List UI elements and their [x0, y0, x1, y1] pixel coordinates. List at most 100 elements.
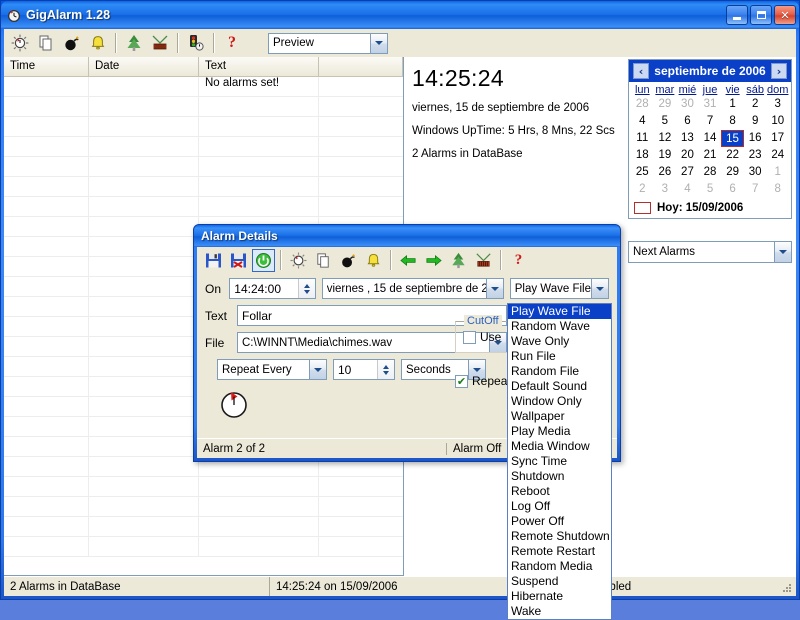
copy-icon[interactable] [312, 249, 335, 272]
previous-icon[interactable] [397, 249, 420, 272]
calendar-day[interactable]: 7 [744, 181, 767, 198]
dropdown-option[interactable]: Play Media [508, 424, 611, 439]
save-icon[interactable] [202, 249, 225, 272]
column-header-time[interactable]: Time [4, 57, 89, 76]
dropdown-option[interactable]: Random Media [508, 559, 611, 574]
repeat-mode-combo[interactable]: Repeat Every [217, 359, 327, 380]
table-row[interactable] [4, 137, 403, 157]
calendar-day[interactable]: 30 [744, 164, 767, 181]
chevron-down-icon[interactable] [309, 360, 326, 379]
dropdown-option[interactable]: Window Only [508, 394, 611, 409]
dropdown-option[interactable]: Shutdown [508, 469, 611, 484]
table-row[interactable] [4, 497, 403, 517]
calendar-day[interactable]: 18 [631, 147, 654, 164]
calendar-day[interactable]: 2 [631, 181, 654, 198]
calendar-day[interactable]: 8 [766, 181, 789, 198]
calendar-day[interactable]: 19 [654, 147, 677, 164]
dropdown-option[interactable]: Remote Restart [508, 544, 611, 559]
calendar-day[interactable]: 7 [699, 113, 722, 130]
calendar-day[interactable]: 21 [699, 147, 722, 164]
calendar-day[interactable]: 6 [721, 181, 744, 198]
alarm-disable-icon[interactable] [287, 249, 310, 272]
calendar-day[interactable]: 22 [721, 147, 744, 164]
dropdown-option[interactable]: Wave Only [508, 334, 611, 349]
trap-icon[interactable] [472, 249, 495, 272]
power-toggle-icon[interactable] [252, 248, 275, 272]
trap-icon[interactable] [148, 31, 172, 55]
dropdown-option[interactable]: Sync Time [508, 454, 611, 469]
table-row[interactable]: No alarms set! [4, 77, 403, 97]
bomb-icon[interactable] [337, 249, 360, 272]
calendar-day[interactable]: 3 [654, 181, 677, 198]
dropdown-option[interactable]: Random Wave [508, 319, 611, 334]
tree-icon[interactable] [447, 249, 470, 272]
calendar-day[interactable]: 13 [676, 130, 699, 147]
column-header-extra[interactable] [319, 57, 403, 76]
calendar-day[interactable]: 23 [744, 147, 767, 164]
dropdown-option[interactable]: Wake [508, 604, 611, 619]
bomb-icon[interactable] [60, 31, 84, 55]
column-header-text[interactable]: Text [199, 57, 319, 76]
dropdown-option[interactable]: Play Wave File [508, 304, 611, 319]
calendar-day[interactable]: 6 [676, 113, 699, 130]
alarm-disable-icon[interactable] [8, 31, 32, 55]
preview-combo[interactable]: Preview [268, 32, 388, 54]
calendar-day[interactable]: 29 [654, 96, 677, 113]
help-icon[interactable]: ? [507, 249, 530, 272]
bell-icon[interactable] [86, 31, 110, 55]
dropdown-option[interactable]: Default Sound [508, 379, 611, 394]
dropdown-option[interactable]: Hibernate [508, 589, 611, 604]
calendar-day[interactable]: 5 [699, 181, 722, 198]
time-spinner[interactable] [297, 279, 315, 298]
help-icon[interactable]: ? [220, 31, 244, 55]
chevron-down-icon[interactable] [774, 242, 791, 262]
dropdown-option[interactable]: Reboot [508, 484, 611, 499]
calendar-next-month-icon[interactable]: › [771, 63, 787, 79]
repeat-count-spinner[interactable] [377, 360, 394, 379]
maximize-button[interactable] [750, 5, 772, 25]
table-row[interactable] [4, 177, 403, 197]
minimize-button[interactable] [726, 5, 748, 25]
table-row[interactable] [4, 517, 403, 537]
calendar-day[interactable]: 5 [654, 113, 677, 130]
dropdown-option[interactable]: Suspend [508, 574, 611, 589]
repeat-checkbox[interactable]: ✔ Repeat [455, 374, 511, 388]
alarm-time-input[interactable]: 14:24:00 [229, 278, 316, 299]
dropdown-option[interactable]: Log Off [508, 499, 611, 514]
calendar-day[interactable]: 29 [721, 164, 744, 181]
bell-icon[interactable] [362, 249, 385, 272]
calendar-day[interactable]: 28 [631, 96, 654, 113]
calendar-day[interactable]: 4 [676, 181, 699, 198]
alarm-date-combo[interactable]: viernes , 15 de septiembre de 20 [321, 278, 504, 299]
calendar-day[interactable]: 12 [654, 130, 677, 147]
calendar-day[interactable]: 16 [744, 130, 767, 147]
dropdown-option[interactable]: Power Off [508, 514, 611, 529]
calendar-day[interactable]: 31 [699, 96, 722, 113]
alarm-action-combo[interactable]: Play Wave File [509, 278, 609, 299]
calendar-day[interactable]: 1 [766, 164, 789, 181]
calendar-day[interactable]: 3 [766, 96, 789, 113]
repeat-count-input[interactable]: 10 [333, 359, 395, 380]
calendar-day[interactable]: 30 [676, 96, 699, 113]
traffic-light-icon[interactable] [184, 31, 208, 55]
table-row[interactable] [4, 197, 403, 217]
action-dropdown-list[interactable]: Play Wave File Random Wave Wave Only Run Fi… [507, 303, 612, 620]
calendar-day[interactable]: 11 [631, 130, 654, 147]
calendar-prev-month-icon[interactable]: ‹ [633, 63, 649, 79]
next-icon[interactable] [422, 249, 445, 272]
dropdown-option[interactable]: Random File [508, 364, 611, 379]
calendar-day[interactable]: 25 [631, 164, 654, 181]
table-row[interactable] [4, 537, 403, 557]
dropdown-option[interactable]: Run File [508, 349, 611, 364]
close-button[interactable]: ✕ [774, 5, 796, 25]
next-alarms-combo[interactable]: Next Alarms [628, 241, 792, 263]
calendar-day[interactable]: 4 [631, 113, 654, 130]
save-all-icon[interactable] [227, 249, 250, 272]
calendar-day[interactable]: 2 [744, 96, 767, 113]
resize-grip[interactable] [779, 580, 793, 594]
table-row[interactable] [4, 157, 403, 177]
calendar-day[interactable]: 14 [699, 130, 722, 147]
calendar-month-title[interactable]: septiembre de 2006 [654, 64, 765, 78]
copy-icon[interactable] [34, 31, 58, 55]
table-row[interactable] [4, 97, 403, 117]
